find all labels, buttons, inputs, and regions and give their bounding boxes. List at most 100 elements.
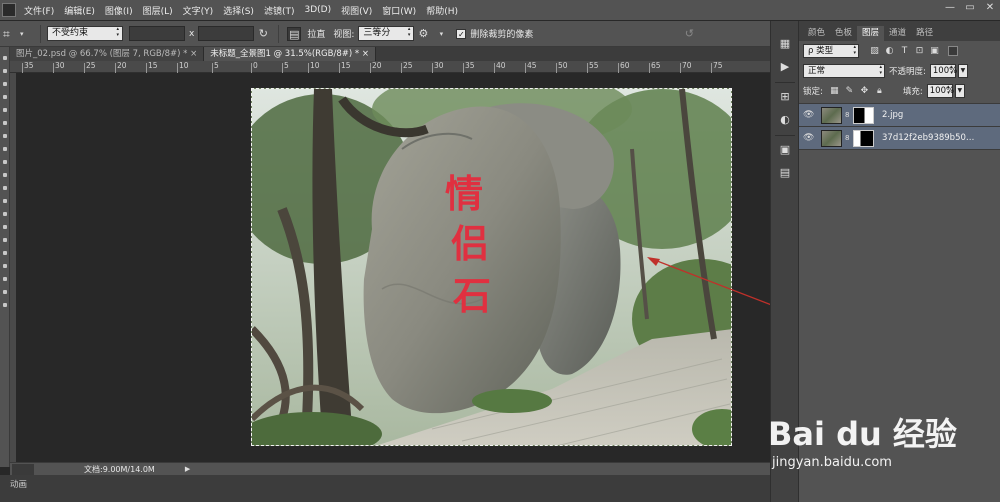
layer-mask-thumbnail[interactable] — [853, 106, 874, 124]
filter-toggle[interactable] — [948, 46, 958, 56]
filter-type-icon[interactable]: T — [899, 46, 910, 57]
tool-marquee-icon[interactable] — [3, 69, 7, 73]
opacity-dropdown[interactable]: ▼ — [957, 64, 968, 78]
tool-shape-icon[interactable] — [3, 277, 7, 281]
status-menu-arrow-icon[interactable]: ▶ — [185, 465, 190, 473]
crop-tool-icon[interactable]: ⌗ — [3, 27, 17, 41]
menu-type[interactable]: 文字(Y) — [183, 4, 214, 17]
tab-swatches[interactable]: 色板 — [830, 26, 857, 41]
tool-zoom-icon[interactable] — [3, 303, 7, 307]
straighten-label[interactable]: 拉直 — [307, 27, 325, 40]
tool-brush-icon[interactable] — [3, 147, 7, 151]
tool-gradient-icon[interactable] — [3, 199, 7, 203]
filter-adjustment-icon[interactable]: ◐ — [884, 46, 895, 57]
tab-channels[interactable]: 通道 — [884, 26, 911, 41]
opacity-field[interactable]: 100% — [929, 64, 957, 78]
swap-rotate-icon[interactable]: ↻ — [256, 27, 270, 41]
tab-color[interactable]: 颜色 — [803, 26, 830, 41]
tab-document-1[interactable]: 图片_02.psd @ 66.7% (图层 7, RGB/8#) * × — [10, 47, 205, 61]
menu-file[interactable]: 文件(F) — [24, 4, 54, 17]
filter-smart-object-icon[interactable]: ▣ — [929, 46, 940, 57]
tab-layers[interactable]: 图层 — [857, 26, 885, 41]
mask-link-icon[interactable]: 8 — [845, 134, 851, 142]
tool-healing-icon[interactable] — [3, 134, 7, 138]
zoom-field[interactable] — [12, 463, 34, 475]
gear-dropdown-icon[interactable]: ▾ — [434, 27, 448, 41]
tab-paths[interactable]: 路径 — [911, 26, 938, 41]
menu-layer[interactable]: 图层(L) — [143, 4, 173, 17]
notes-icon[interactable]: ▤ — [775, 164, 795, 182]
width-field[interactable] — [129, 26, 185, 41]
ruler-tick: 70 — [680, 61, 692, 73]
ratio-select[interactable]: 不受约束 — [47, 26, 123, 41]
tool-blur-icon[interactable] — [3, 212, 7, 216]
layer-name[interactable]: 37d12f2eb9389b50ae... — [882, 133, 977, 143]
tool-lasso-icon[interactable] — [3, 82, 7, 86]
tab-document-2[interactable]: 未标题_全景图1 @ 31.5%(RGB/8#) * × — [204, 47, 376, 61]
lock-transparent-icon[interactable]: ▦ — [829, 86, 840, 97]
lock-pixels-icon[interactable]: ✎ — [844, 86, 855, 97]
ruler-tick: 30 — [53, 61, 65, 73]
tool-type-icon[interactable] — [3, 251, 7, 255]
height-field[interactable] — [198, 26, 255, 41]
menu-help[interactable]: 帮助(H) — [426, 4, 458, 17]
filter-shape-icon[interactable]: ⊡ — [914, 46, 925, 57]
filter-pixel-icon[interactable]: ▨ — [869, 46, 880, 57]
tool-hand-icon[interactable] — [3, 290, 7, 294]
ruler-tick: 45 — [525, 61, 537, 73]
menu-3d[interactable]: 3D(D) — [304, 5, 331, 15]
document-canvas-image[interactable]: 情 侣 石 — [251, 88, 732, 446]
menu-select[interactable]: 选择(S) — [223, 4, 254, 17]
photoshop-logo-icon[interactable] — [2, 3, 16, 17]
tool-history-brush-icon[interactable] — [3, 173, 7, 177]
adjustments-icon[interactable]: ◐ — [775, 111, 795, 129]
fill-dropdown[interactable]: ▼ — [954, 84, 965, 98]
horizontal-ruler[interactable]: 35 30 25 20 15 10 5 0 5 10 15 20 25 30 3… — [10, 61, 770, 73]
tool-move-icon[interactable] — [3, 56, 7, 60]
gear-icon[interactable]: ⚙ — [416, 27, 430, 41]
close-button[interactable]: ✕ — [980, 0, 1000, 16]
tool-preset-chevron-icon[interactable]: ▾ — [20, 27, 34, 41]
reset-icon[interactable]: ↺ — [682, 27, 696, 41]
tool-eraser-icon[interactable] — [3, 186, 7, 190]
eye-icon[interactable]: 👁︎ — [803, 133, 815, 143]
menu-window[interactable]: 窗口(W) — [382, 4, 416, 17]
menu-view[interactable]: 视图(V) — [341, 4, 372, 17]
layer-row[interactable]: 👁︎ 8 2.jpg — [799, 104, 1000, 127]
menu-filter[interactable]: 滤镜(T) — [264, 4, 295, 17]
minimize-button[interactable]: — — [940, 0, 960, 16]
tools-panel — [0, 47, 10, 467]
layer-row[interactable]: 👁︎ 8 37d12f2eb9389b50ae... — [799, 127, 1000, 150]
tool-crop-icon[interactable] — [3, 108, 7, 112]
layer-filter-select[interactable]: ρ 类型 — [803, 44, 859, 58]
tool-eyedropper-icon[interactable] — [3, 121, 7, 125]
blend-mode-select[interactable]: 正常 — [803, 64, 885, 78]
layer-name[interactable]: 2.jpg — [882, 110, 977, 120]
tool-quick-select-icon[interactable] — [3, 95, 7, 99]
lock-all-icon[interactable]: 🔒︎ — [874, 86, 885, 97]
maximize-button[interactable]: ▭ — [960, 0, 980, 16]
lock-label: 锁定: — [803, 87, 823, 97]
tool-pen-icon[interactable] — [3, 238, 7, 242]
inscription-char-2: 侣 — [451, 221, 489, 266]
layer-mask-thumbnail[interactable] — [853, 129, 874, 147]
straighten-icon[interactable]: ▤ — [287, 26, 302, 41]
delete-cropped-checkbox[interactable]: ✓ — [456, 28, 467, 39]
styles-icon[interactable]: ▣ — [775, 141, 795, 159]
tool-dodge-icon[interactable] — [3, 225, 7, 229]
lock-position-icon[interactable]: ✥ — [859, 86, 870, 97]
watermark-logo: Bai du 经验 — [768, 415, 957, 453]
menu-edit[interactable]: 编辑(E) — [64, 4, 95, 17]
history-icon[interactable]: ▦ — [775, 35, 795, 53]
options-bar: ⌗ ▾ 不受约束 x ↻ ▤ 拉直 视图: 三等分 ⚙ ▾ ✓ 删除裁剪的像素 … — [0, 21, 770, 47]
mask-link-icon[interactable]: 8 — [845, 111, 851, 119]
menu-image[interactable]: 图像(I) — [105, 4, 133, 17]
fill-field[interactable]: 100% — [926, 84, 954, 98]
tool-path-select-icon[interactable] — [3, 264, 7, 268]
tool-stamp-icon[interactable] — [3, 160, 7, 164]
eye-icon[interactable]: 👁︎ — [803, 110, 815, 120]
view-select[interactable]: 三等分 — [358, 26, 415, 41]
properties-icon[interactable]: ⊞ — [775, 88, 795, 106]
timeline-tab-label[interactable]: 动画 — [10, 478, 27, 490]
actions-play-icon[interactable]: ▶ — [775, 58, 795, 76]
